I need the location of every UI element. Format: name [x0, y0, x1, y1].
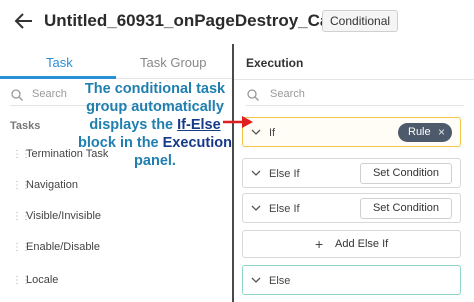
status-badge: Conditional	[322, 10, 399, 32]
tab-task-group[interactable]: Task Group	[140, 55, 206, 70]
arrow-left-icon[interactable]	[12, 9, 36, 33]
drag-handle-icon[interactable]: ⋮⋮	[12, 242, 31, 253]
close-icon[interactable]: ×	[438, 123, 445, 142]
execution-search-input[interactable]: Search	[246, 86, 464, 106]
divider	[234, 79, 474, 80]
else-block[interactable]: Else	[242, 265, 461, 295]
else-if-block[interactable]: Else If Set Condition	[242, 158, 461, 188]
block-label: If	[269, 127, 276, 139]
drag-handle-icon[interactable]: ⋮⋮	[12, 180, 31, 191]
page-title: Untitled_60931_onPageDestroy_Call_2	[44, 11, 358, 30]
callout-bold: Execution	[162, 135, 232, 151]
annotation-callout: The conditional task group automatically…	[78, 81, 232, 169]
tasks-heading: Tasks	[10, 120, 41, 132]
active-tab-indicator	[0, 76, 116, 79]
task-item[interactable]: ⋮⋮Visible/Invisible	[12, 210, 101, 224]
plus-icon: +	[315, 236, 324, 252]
chevron-down-icon[interactable]	[251, 168, 261, 178]
task-item[interactable]: ⋮⋮Enable/Disable	[12, 241, 100, 255]
execution-title: Execution	[246, 56, 304, 70]
block-label: Else If	[269, 168, 300, 180]
set-condition-button[interactable]: Set Condition	[359, 163, 452, 184]
execution-panel: Execution Search If Rule × Else If Set C…	[234, 46, 474, 302]
chevron-down-icon[interactable]	[251, 203, 261, 213]
task-item[interactable]: ⋮⋮Locale	[12, 274, 58, 288]
add-else-if-label: Add Else If	[335, 238, 389, 250]
callout-highlight: If-Else	[177, 117, 221, 133]
if-block[interactable]: If Rule ×	[242, 117, 461, 147]
task-item[interactable]: ⋮⋮Navigation	[12, 179, 78, 193]
block-label: Else If	[269, 203, 300, 215]
tab-bar: Task Task Group	[0, 46, 232, 79]
drag-handle-icon[interactable]: ⋮⋮	[12, 211, 31, 222]
search-icon	[247, 89, 259, 101]
add-else-if-button[interactable]: + Add Else If	[242, 230, 461, 258]
rule-chip[interactable]: Rule ×	[398, 123, 452, 142]
tab-task[interactable]: Task	[46, 55, 73, 70]
search-placeholder: Search	[32, 88, 67, 100]
drag-handle-icon[interactable]: ⋮⋮	[12, 275, 31, 286]
drag-handle-icon[interactable]: ⋮⋮	[12, 149, 31, 160]
chevron-down-icon[interactable]	[251, 275, 261, 285]
else-if-block[interactable]: Else If Set Condition	[242, 193, 461, 223]
set-condition-button[interactable]: Set Condition	[359, 198, 452, 219]
arrow-right-icon	[223, 116, 253, 128]
search-icon	[11, 89, 23, 101]
search-placeholder: Search	[270, 88, 305, 100]
block-label: Else	[269, 275, 291, 287]
page-header: Untitled_60931_onPageDestroy_Call_2 Cond…	[0, 0, 474, 44]
